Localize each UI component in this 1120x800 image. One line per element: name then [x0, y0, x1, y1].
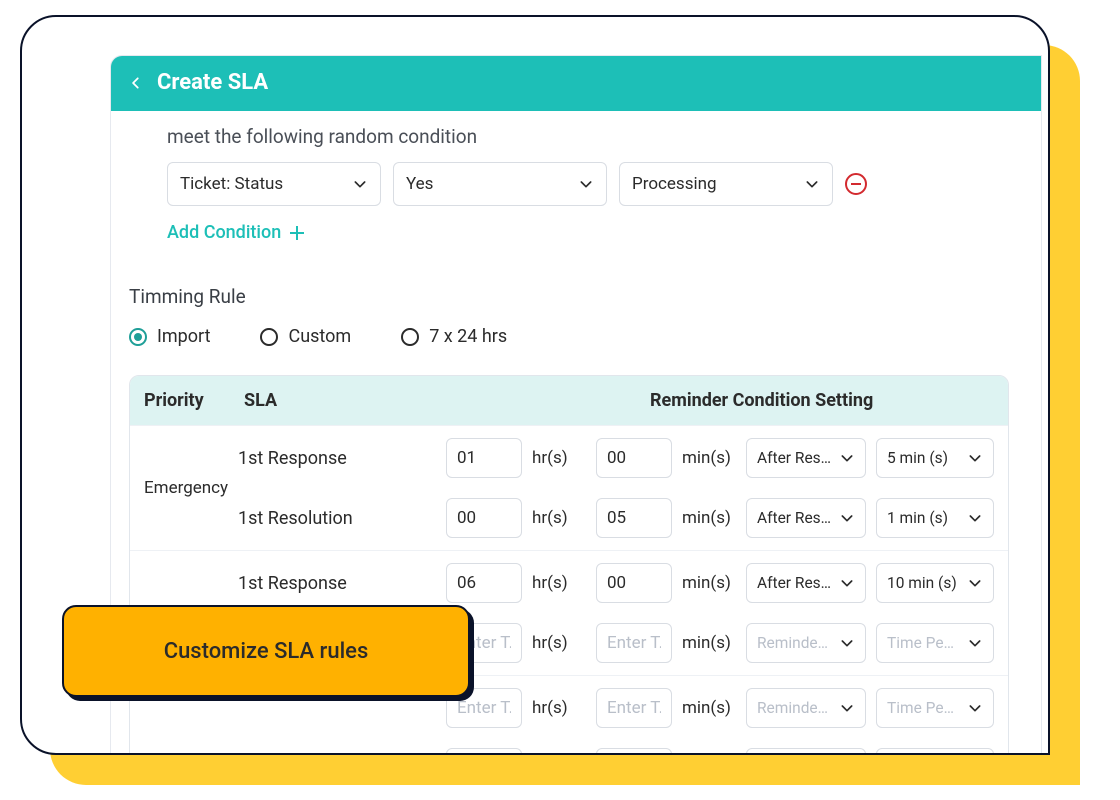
col-sla: SLA — [244, 390, 650, 411]
chevron-down-icon — [839, 635, 855, 651]
plus-icon — [289, 225, 305, 241]
minutes-input[interactable] — [596, 748, 672, 755]
condition-value-text: Processing — [632, 174, 717, 194]
timing-option-custom[interactable]: Custom — [260, 326, 351, 347]
radio-icon — [129, 328, 147, 346]
unit-hr: hr(s) — [532, 573, 586, 593]
add-condition-label: Add Condition — [167, 222, 281, 243]
condition-field-value: Ticket: Status — [180, 174, 283, 194]
sla-label: 1st Response — [238, 448, 436, 469]
time-pending-select[interactable]: 10 min (s) — [876, 563, 994, 603]
add-condition-button[interactable]: Add Condition — [167, 222, 305, 243]
callout-customize-sla: Customize SLA rules — [62, 605, 470, 697]
sla-table: Priority SLA Reminder Condition Setting … — [129, 375, 1009, 755]
chevron-down-icon — [839, 575, 855, 591]
condition-value-select[interactable]: Processing — [619, 162, 833, 206]
minutes-input[interactable] — [596, 623, 672, 663]
minutes-input[interactable] — [596, 438, 672, 478]
chevron-down-icon — [967, 510, 983, 526]
unit-min: min(s) — [682, 508, 736, 528]
back-icon[interactable] — [129, 76, 143, 90]
chevron-down-icon — [967, 635, 983, 651]
minutes-input[interactable] — [596, 563, 672, 603]
sla-row: 1st Resolution hr(s) min(s) After Res… 1 min… — [238, 498, 994, 538]
condition-row: Ticket: Status Yes Processing — [167, 162, 1021, 206]
chevron-down-icon — [839, 700, 855, 716]
unit-min: min(s) — [682, 633, 736, 653]
radio-icon — [260, 328, 278, 346]
page-title: Create SLA — [157, 70, 268, 95]
hours-input[interactable] — [446, 498, 522, 538]
timing-rule-title: Timming Rule — [129, 285, 1021, 308]
unit-hr: hr(s) — [532, 698, 586, 718]
chevron-down-icon — [967, 450, 983, 466]
priority-label: Emergency — [144, 478, 238, 498]
time-pending-value: 1 min (s) — [887, 509, 948, 527]
timing-option-label: 7 x 24 hrs — [429, 326, 507, 347]
reminder-select[interactable]: Reminde… — [746, 688, 866, 728]
chevron-down-icon — [839, 450, 855, 466]
reminder-value: After Res… — [757, 574, 831, 592]
sla-label: 1st Response — [238, 573, 436, 594]
reminder-value: Reminde… — [757, 634, 828, 652]
reminder-select[interactable]: After Res… — [746, 563, 866, 603]
time-pending-select[interactable]: 5 min (s) — [876, 438, 994, 478]
reminder-value: After Res… — [757, 509, 831, 527]
hours-input[interactable] — [446, 563, 522, 603]
timing-options: Import Custom 7 x 24 hrs — [129, 326, 1021, 347]
unit-min: min(s) — [682, 698, 736, 718]
reminder-select[interactable]: Reminde… — [746, 623, 866, 663]
time-pending-value: 5 min (s) — [887, 449, 948, 467]
sla-label: 1st Resolution — [238, 508, 436, 529]
hours-input[interactable] — [446, 438, 522, 478]
condition-field-select[interactable]: Ticket: Status — [167, 162, 381, 206]
timing-option-import[interactable]: Import — [129, 326, 210, 347]
condition-operator-value: Yes — [406, 174, 433, 194]
sla-row: 1st Resolutionhr(s)min(s)Reminde…Time Pe… — [238, 748, 994, 755]
reminder-select[interactable]: After Res… — [746, 438, 866, 478]
radio-icon — [401, 328, 419, 346]
reminder-value: Reminde… — [757, 699, 828, 717]
unit-min: min(s) — [682, 573, 736, 593]
time-pending-value: 10 min (s) — [887, 574, 957, 592]
unit-hr: hr(s) — [532, 633, 586, 653]
time-pending-select[interactable]: Time Pen… — [876, 688, 994, 728]
remove-condition-icon[interactable] — [845, 173, 867, 195]
minutes-input[interactable] — [596, 688, 672, 728]
hours-input[interactable] — [446, 748, 522, 755]
condition-operator-select[interactable]: Yes — [393, 162, 607, 206]
chevron-down-icon — [352, 176, 368, 192]
chevron-down-icon — [804, 176, 820, 192]
timing-option-label: Import — [157, 326, 210, 347]
time-pending-value: Time Pen… — [887, 634, 961, 652]
time-pending-value: Time Pen… — [887, 699, 961, 717]
chevron-down-icon — [967, 700, 983, 716]
callout-text: Customize SLA rules — [164, 639, 369, 664]
minutes-input[interactable] — [596, 498, 672, 538]
time-pending-select[interactable]: Time Pen… — [876, 748, 994, 755]
table-header: Priority SLA Reminder Condition Setting — [130, 376, 1008, 425]
time-pending-select[interactable]: Time Pen… — [876, 623, 994, 663]
reminder-select[interactable]: Reminde… — [746, 748, 866, 755]
timing-option-label: Custom — [288, 326, 351, 347]
chevron-down-icon — [839, 510, 855, 526]
page-header: Create SLA — [111, 56, 1041, 111]
time-pending-select[interactable]: 1 min (s) — [876, 498, 994, 538]
reminder-value: After Res… — [757, 449, 831, 467]
chevron-down-icon — [967, 575, 983, 591]
table-group: Emergency1st Response hr(s) min(s) After Re… — [130, 425, 1008, 550]
unit-hr: hr(s) — [532, 508, 586, 528]
unit-hr: hr(s) — [532, 448, 586, 468]
chevron-down-icon — [578, 176, 594, 192]
sla-row: 1st Response hr(s) min(s) After Res… 5 min (… — [238, 438, 994, 478]
unit-min: min(s) — [682, 448, 736, 468]
reminder-select[interactable]: After Res… — [746, 498, 866, 538]
sla-row: 1st Response hr(s) min(s) After Res… 10 min … — [238, 563, 994, 603]
timing-option-247[interactable]: 7 x 24 hrs — [401, 326, 507, 347]
col-reminder: Reminder Condition Setting — [650, 390, 994, 411]
condition-subtitle: meet the following random condition — [167, 125, 1021, 148]
col-priority: Priority — [144, 390, 244, 411]
